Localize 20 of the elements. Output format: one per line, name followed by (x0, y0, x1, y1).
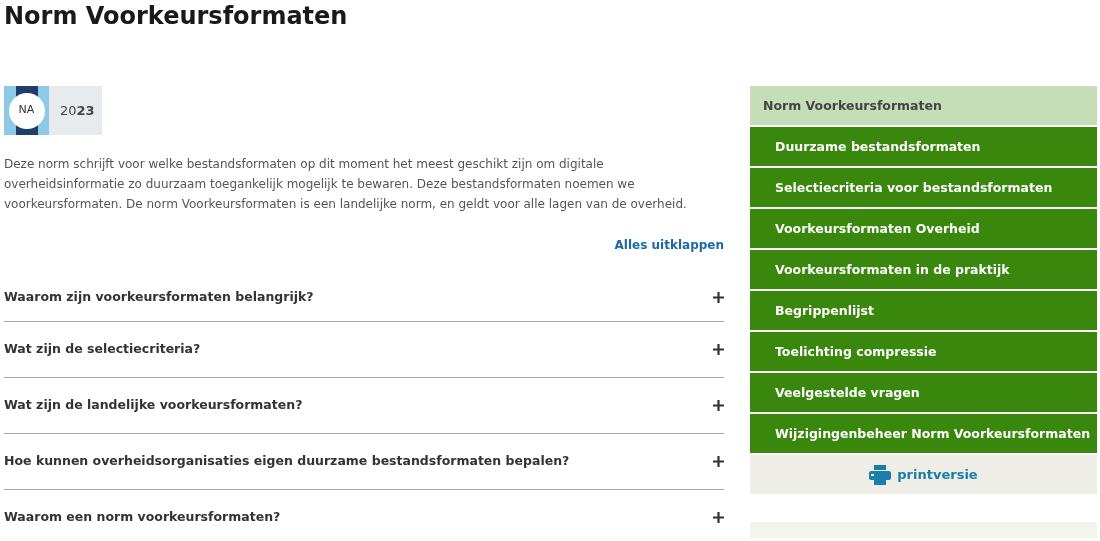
intro-paragraph: Deze norm schrijft voor welke bestandsformaten op dit moment het meest geschikt zijn om digitale overheidsinformatie zo duurzaam toegankelijk mogelijk te bewaren. Deze bestandsformaten noemen we voorkeursformaten. De norm Voorkeursformaten is een landelijke norm, en geldt voor alle lagen van de overheid. (4, 156, 688, 213)
sidebar-item[interactable]: Begrippenlijst (750, 291, 1097, 330)
page-title: Norm Voorkeursformaten (3, 1, 349, 32)
sidebar-item[interactable]: Toelichting compressie (750, 332, 1097, 371)
sidebar-item[interactable]: Voorkeursformaten Overheid (750, 209, 1097, 248)
print-link[interactable]: printversie (897, 464, 978, 485)
status-badge: NA (4, 86, 49, 135)
sidebar-item[interactable]: Norm Voorkeursformaten (750, 86, 1097, 125)
sidebar-item[interactable]: Duurzame bestandsformaten (750, 127, 1097, 166)
accordion-header[interactable]: Waarom zijn voorkeursformaten belangrijk? (4, 274, 724, 322)
sidebar-item[interactable]: Voorkeursformaten in de praktijk (750, 250, 1097, 289)
sidebar-item[interactable]: Veelgestelde vragen (750, 373, 1097, 412)
accordion-header[interactable]: Waarom een norm voorkeursformaten? (4, 490, 724, 541)
sidebar-item[interactable]: Wijzigingenbeheer Norm Voorkeursformaten (750, 414, 1097, 453)
accordion-header[interactable]: Hoe kunnen overheidsorganisaties eigen duurzame bestandsformaten bepalen? (4, 434, 724, 490)
year-label: 2023 (49, 86, 102, 135)
expand-all-link[interactable]: Alles uitklappen (614, 236, 724, 254)
accordion-header[interactable]: Wat zijn de selectiecriteria? (4, 322, 724, 378)
sidebar-item[interactable]: Selectiecriteria voor bestandsformaten (750, 168, 1097, 207)
accordion-header[interactable]: Wat zijn de landelijke voorkeursformaten? (4, 378, 724, 434)
